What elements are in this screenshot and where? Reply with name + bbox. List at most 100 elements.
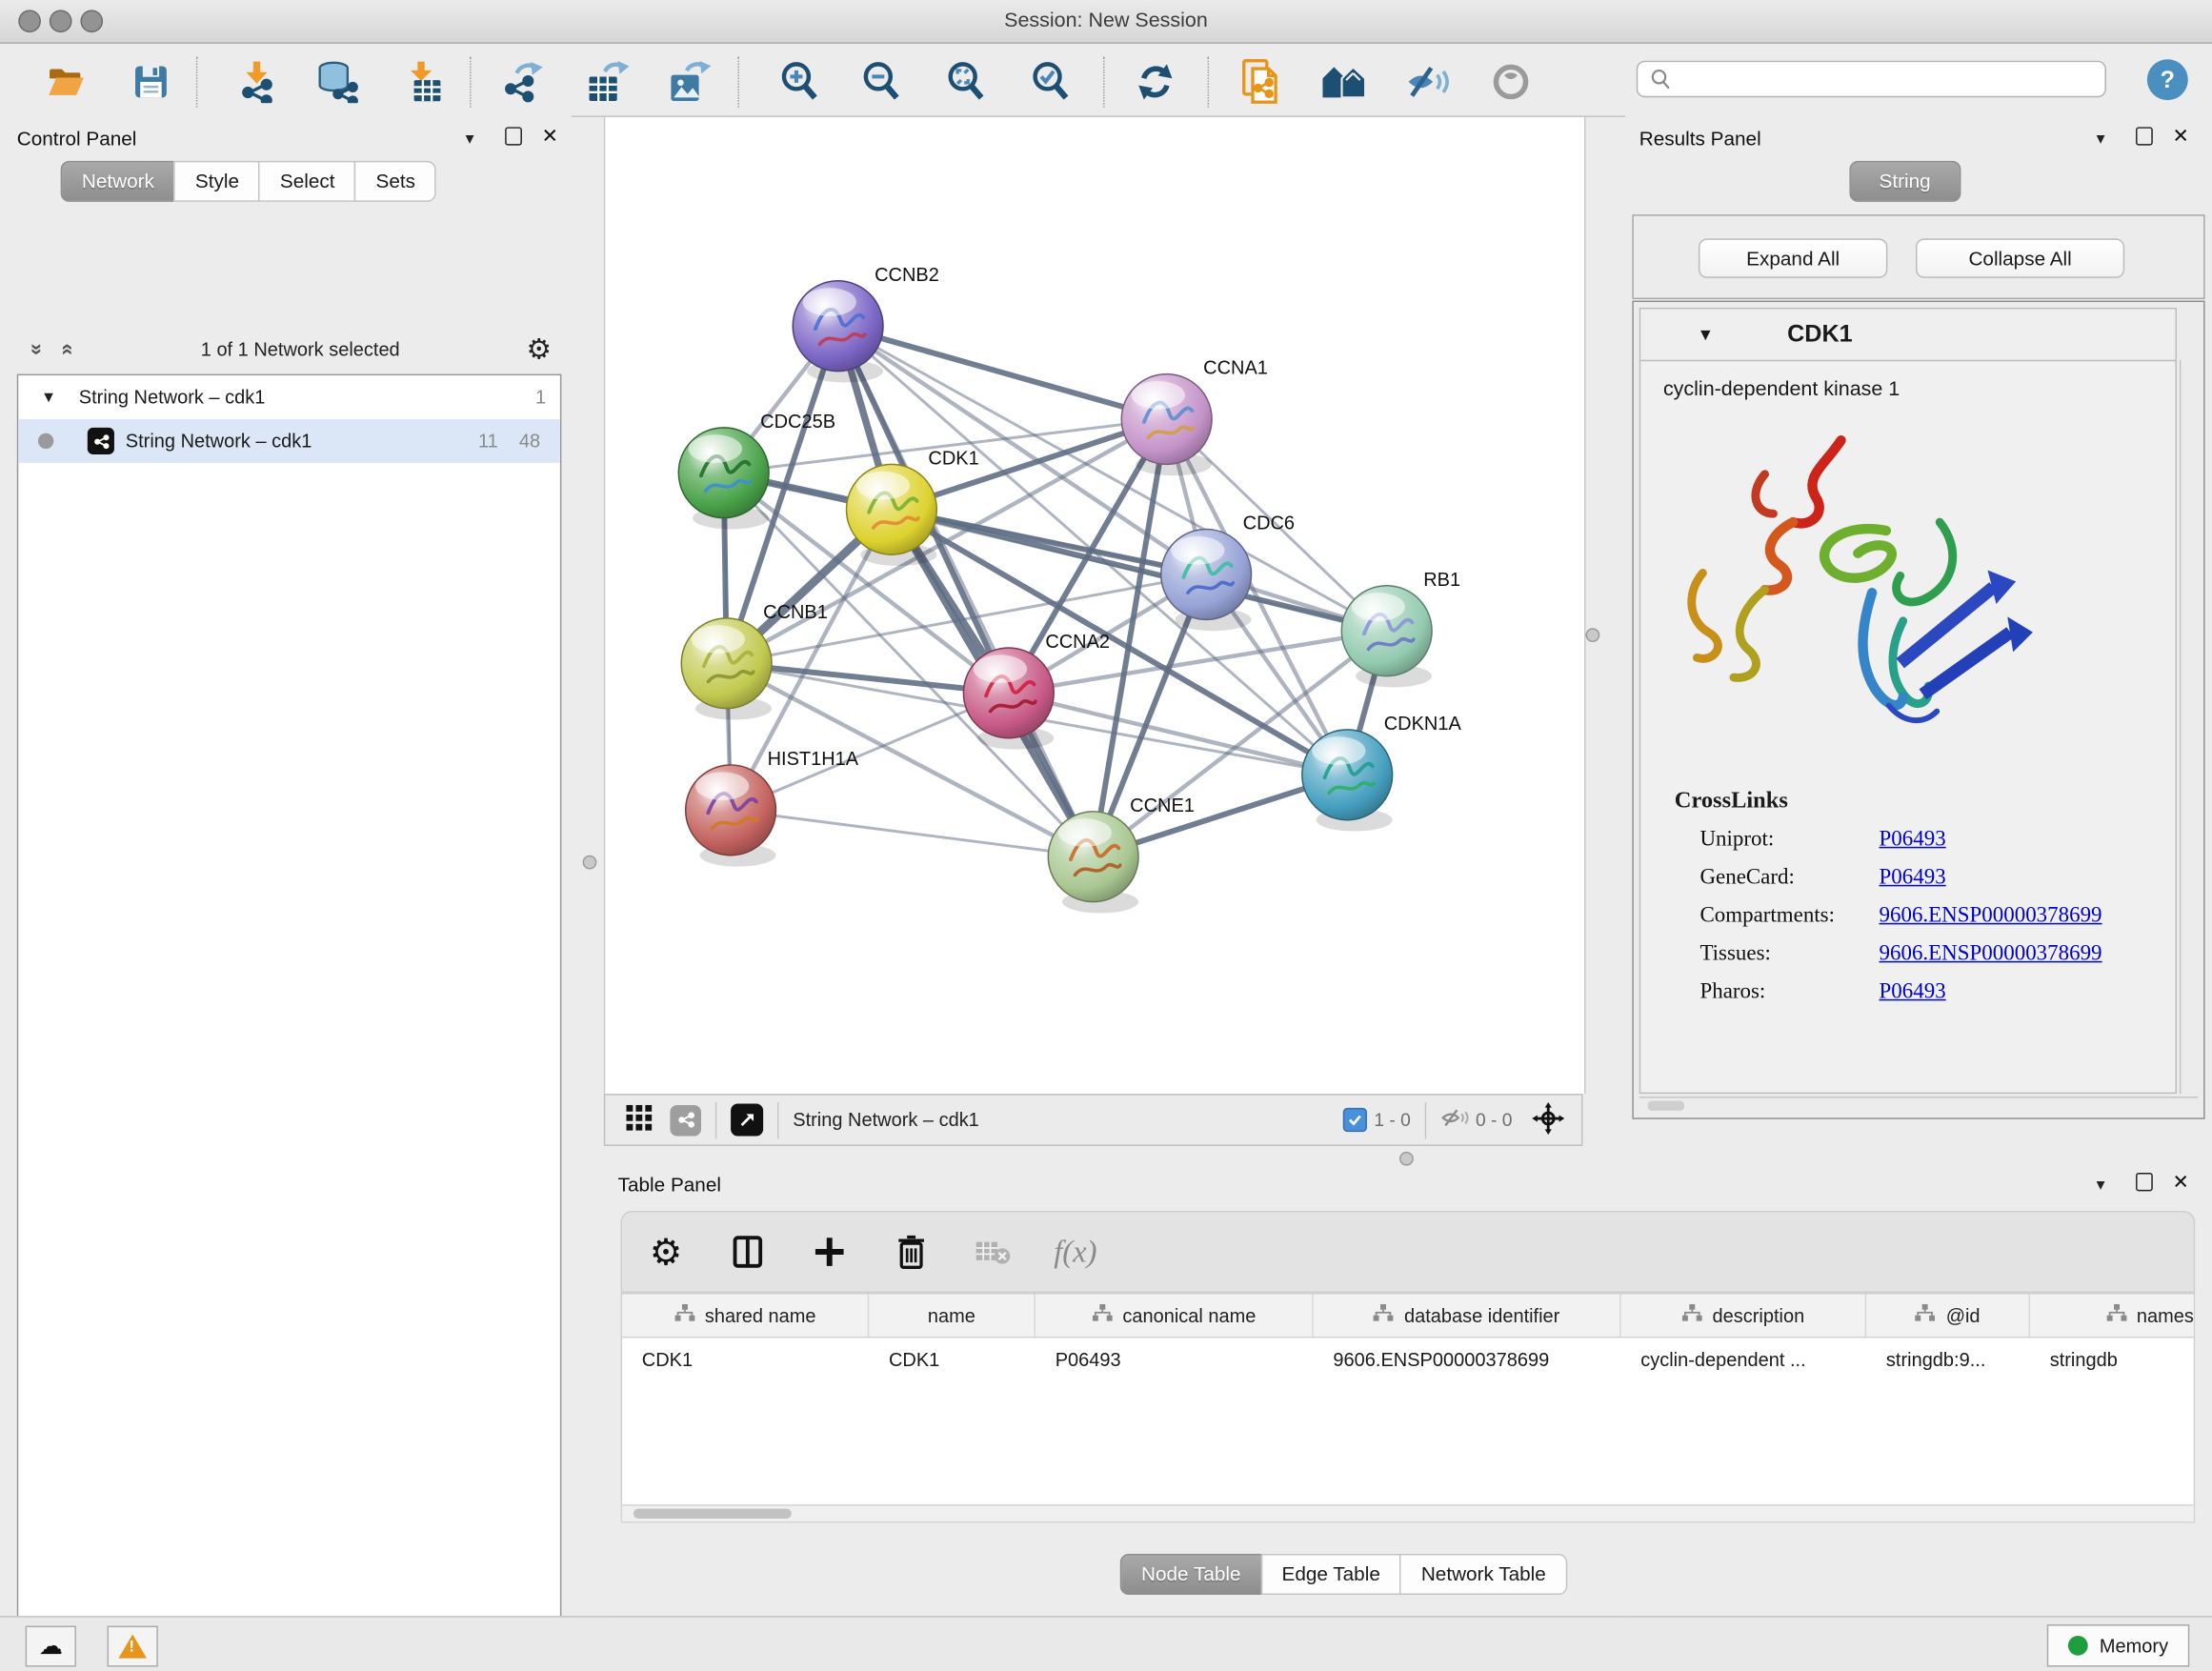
crosslink-link[interactable]: 9606.ENSP00000378699 bbox=[1880, 941, 2102, 967]
network-canvas[interactable]: CCNB2CCNA1CDC25BCDK1CDC6RB1CCNB1CCNA2CDK… bbox=[604, 117, 1586, 1094]
search-input[interactable] bbox=[1672, 67, 2105, 91]
network-node-CCNB2[interactable]: CCNB2 bbox=[793, 265, 939, 383]
add-column-icon[interactable] bbox=[809, 1231, 851, 1273]
open-session-icon[interactable] bbox=[42, 59, 90, 104]
selected-checkbox-icon[interactable] bbox=[1343, 1108, 1367, 1132]
hide-eye-icon[interactable] bbox=[1403, 59, 1451, 104]
network-options-gear-icon[interactable]: ⚙ bbox=[526, 332, 552, 367]
column-header-shared-name[interactable]: shared name bbox=[622, 1294, 869, 1336]
warning-icon bbox=[118, 1634, 147, 1658]
table-close-icon[interactable]: ✕ bbox=[2173, 1170, 2189, 1194]
bottom-splitter-handle[interactable] bbox=[1399, 1152, 1414, 1166]
export-table-icon[interactable] bbox=[583, 59, 631, 104]
network-edge-HIST1H1A-CCNE1[interactable] bbox=[731, 810, 1094, 856]
tab-select[interactable]: Select bbox=[259, 161, 356, 202]
network-collection-row[interactable]: ▼ String Network – cdk1 1 bbox=[18, 375, 560, 419]
network-node-label: RB1 bbox=[1423, 570, 1460, 591]
collapse-all-button[interactable]: Collapse All bbox=[1916, 238, 2124, 277]
column-header-database-identifier[interactable]: database identifier bbox=[1314, 1294, 1621, 1336]
table-cell[interactable]: stringdb bbox=[2030, 1348, 2195, 1369]
results-vertical-scrollbar[interactable] bbox=[2180, 360, 2200, 1094]
table-cell[interactable]: CDK1 bbox=[622, 1348, 869, 1369]
home-icon[interactable] bbox=[1320, 59, 1368, 104]
tab-string[interactable]: String bbox=[1849, 161, 1960, 202]
save-session-icon[interactable] bbox=[127, 59, 174, 104]
results-float-icon[interactable]: ▾ bbox=[2097, 127, 2105, 148]
tab-network-table[interactable]: Network Table bbox=[1400, 1554, 1567, 1595]
right-splitter-handle[interactable] bbox=[1585, 628, 1599, 642]
crosslink-link[interactable]: P06493 bbox=[1880, 827, 1946, 853]
detach-view-icon[interactable] bbox=[731, 1103, 763, 1136]
column-header--id[interactable]: @id bbox=[1866, 1294, 2030, 1336]
network-node-CCNB1[interactable]: CCNB1 bbox=[681, 602, 828, 720]
gene-description: cyclin-dependent kinase 1 bbox=[1663, 378, 2176, 401]
network-edge-CCNB2-CCNA1[interactable] bbox=[838, 326, 1167, 419]
delete-column-icon[interactable] bbox=[890, 1231, 932, 1273]
column-header-description[interactable]: description bbox=[1621, 1294, 1867, 1336]
table-cell[interactable]: CDK1 bbox=[869, 1348, 1036, 1369]
tab-node-table[interactable]: Node Table bbox=[1120, 1554, 1262, 1595]
tab-sets[interactable]: Sets bbox=[354, 161, 436, 202]
import-network-icon[interactable] bbox=[232, 59, 280, 104]
refresh-view-icon[interactable] bbox=[1132, 59, 1179, 104]
table-cell[interactable]: P06493 bbox=[1036, 1348, 1314, 1369]
share-document-icon[interactable] bbox=[1236, 59, 1283, 104]
table-float-icon[interactable]: ▾ bbox=[2097, 1173, 2105, 1194]
results-gene-section: ▼ CDK1 cyclin-dependent kinase 1 CrossLi… bbox=[1632, 301, 2204, 1119]
results-horizontal-scrollbar[interactable] bbox=[1639, 1097, 2198, 1115]
string-view-icon[interactable] bbox=[670, 1104, 701, 1136]
table-horizontal-scrollbar[interactable] bbox=[621, 1504, 2196, 1522]
collapse-all-icon[interactable]: » bbox=[25, 343, 49, 354]
show-columns-icon[interactable] bbox=[727, 1231, 769, 1273]
results-undock-icon[interactable] bbox=[2136, 127, 2153, 150]
network-node-RB1[interactable]: RB1 bbox=[1341, 570, 1460, 688]
undock-panel-icon[interactable] bbox=[505, 127, 522, 150]
crosslink-link[interactable]: P06493 bbox=[1880, 865, 1946, 891]
cloud-button[interactable]: ☁ bbox=[26, 1626, 76, 1667]
zoom-in-icon[interactable] bbox=[775, 59, 823, 104]
table-scrollbar-thumb[interactable] bbox=[633, 1509, 792, 1519]
pan-crosshair-icon[interactable] bbox=[1532, 1101, 1564, 1138]
column-header-name[interactable]: name bbox=[869, 1294, 1036, 1336]
eye-icon[interactable] bbox=[1487, 59, 1535, 104]
expand-all-icon[interactable]: « bbox=[56, 343, 80, 354]
tab-style[interactable]: Style bbox=[174, 161, 261, 202]
expand-all-button[interactable]: Expand All bbox=[1699, 238, 1887, 277]
memory-status-dot bbox=[2068, 1636, 2088, 1656]
tab-network[interactable]: Network bbox=[61, 161, 175, 202]
crosslink-link[interactable]: 9606.ENSP00000378699 bbox=[1880, 903, 2102, 929]
tab-edge-table[interactable]: Edge Table bbox=[1260, 1554, 1401, 1595]
zoom-selected-icon[interactable] bbox=[1027, 59, 1075, 104]
export-network-icon[interactable] bbox=[498, 59, 546, 104]
table-cell[interactable]: 9606.ENSP00000378699 bbox=[1314, 1348, 1621, 1369]
export-image-icon[interactable] bbox=[664, 59, 712, 104]
network-node-CDC6[interactable]: CDC6 bbox=[1161, 513, 1295, 632]
network-node-HIST1H1A[interactable]: HIST1H1A bbox=[686, 749, 859, 867]
float-panel-icon[interactable]: ▾ bbox=[466, 127, 474, 148]
import-network-database-icon[interactable] bbox=[313, 59, 361, 104]
column-header-canonical-name[interactable]: canonical name bbox=[1036, 1294, 1314, 1336]
zoom-fit-icon[interactable] bbox=[942, 59, 990, 104]
left-splitter-handle[interactable] bbox=[583, 856, 597, 870]
table-undock-icon[interactable] bbox=[2136, 1173, 2153, 1196]
warnings-button[interactable] bbox=[108, 1626, 158, 1667]
collection-expand-icon[interactable]: ▼ bbox=[41, 389, 56, 406]
network-row-selected[interactable]: String Network – cdk1 11 48 bbox=[18, 419, 560, 463]
table-cell[interactable]: cyclin-dependent ... bbox=[1621, 1348, 1867, 1369]
table-settings-gear-icon[interactable]: ⚙ bbox=[645, 1231, 687, 1273]
crosslink-link[interactable]: P06493 bbox=[1880, 979, 1946, 1005]
import-table-icon[interactable] bbox=[401, 59, 449, 104]
results-close-icon[interactable]: ✕ bbox=[2173, 124, 2189, 148]
close-panel-icon[interactable]: ✕ bbox=[542, 124, 558, 148]
grid-view-icon[interactable] bbox=[625, 1103, 654, 1136]
delete-table-icon[interactable] bbox=[972, 1231, 1014, 1273]
network-node-CCNA1[interactable]: CCNA1 bbox=[1121, 358, 1268, 476]
memory-button[interactable]: Memory bbox=[2047, 1624, 2189, 1666]
zoom-out-icon[interactable] bbox=[857, 59, 905, 104]
function-builder-icon[interactable]: f(x) bbox=[1054, 1231, 1096, 1273]
help-button[interactable]: ? bbox=[2147, 59, 2188, 100]
table-row[interactable]: CDK1CDK1P064939606.ENSP00000378699cyclin… bbox=[622, 1338, 2194, 1379]
gene-collapse-icon[interactable]: ▼ bbox=[1697, 325, 1714, 345]
column-header-namespace[interactable]: namespace bbox=[2030, 1294, 2195, 1336]
table-cell[interactable]: stringdb:9... bbox=[1866, 1348, 2030, 1369]
